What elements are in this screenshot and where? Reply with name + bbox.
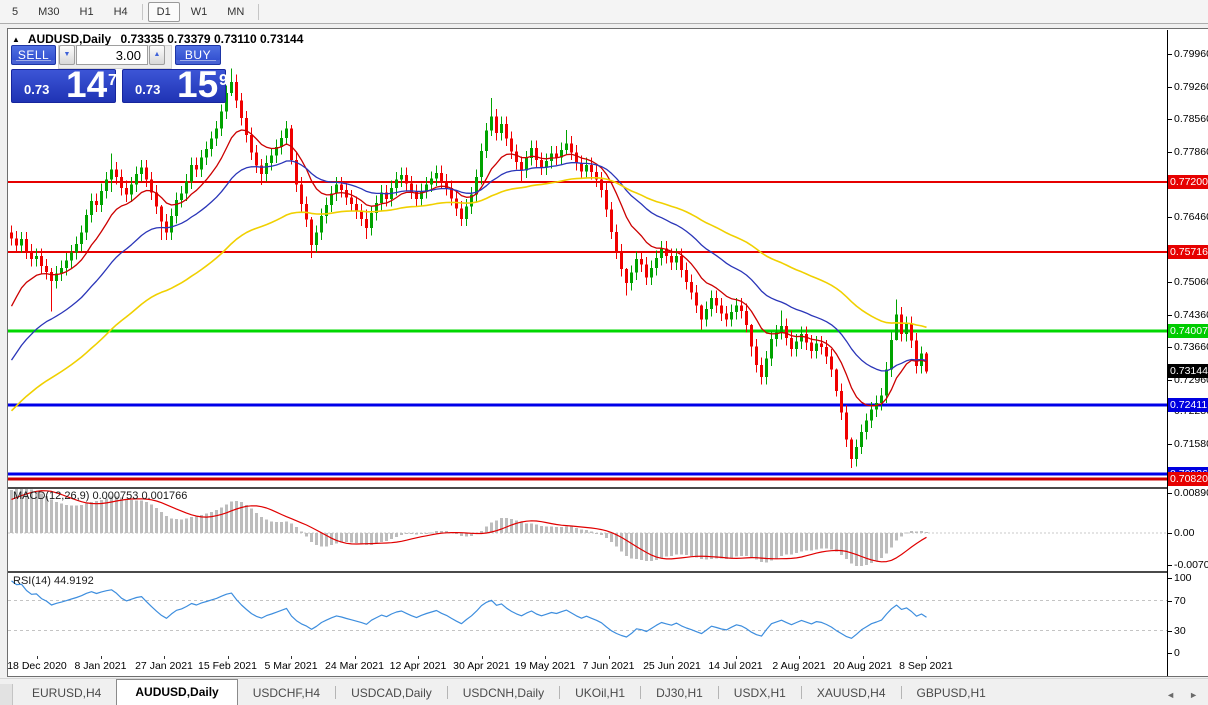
toolbar-separator (258, 3, 260, 20)
macd-value-main: 0.000753 (92, 490, 139, 502)
timeframe-5[interactable]: 5 (3, 2, 27, 22)
volume-decrease-button[interactable]: ▼ (59, 45, 75, 65)
sell-price-pip: 7 (108, 72, 117, 89)
rsi-indicator-label: RSI(14) 44.9192 (13, 575, 94, 587)
horizontal-level-lines[interactable] (8, 181, 1167, 481)
sell-price-box[interactable]: 0.73 14 7 (11, 64, 117, 105)
sell-price-big: 14 (66, 64, 108, 105)
timeframe-toolbar: 5 M30 H1 H4 D1 W1 MN (0, 0, 1208, 24)
rsi-value: 44.9192 (53, 575, 94, 587)
volume-input[interactable] (76, 45, 148, 65)
candles-series (10, 68, 928, 469)
buy-button[interactable]: BUY (175, 45, 221, 65)
main-chart-canvas[interactable] (8, 30, 1167, 656)
macd-name: MACD(12,26,9) (13, 490, 90, 502)
buy-price-big: 15 (177, 64, 219, 105)
tab-xauusd-h4[interactable]: XAUUSD,H4 (802, 681, 901, 705)
tab-scroll-left-icon[interactable]: ◄ (1166, 690, 1175, 700)
tab-audusd-daily[interactable]: AUDUSD,Daily (116, 679, 238, 705)
buy-price-prefix: 0.73 (135, 82, 161, 97)
timeframe-d1[interactable]: D1 (147, 1, 180, 22)
timeframe-mn[interactable]: MN (218, 2, 253, 22)
buy-price-pip: 9 (219, 72, 228, 89)
tab-usdchf-h4[interactable]: USDCHF,H4 (238, 681, 335, 705)
timeframe-h4[interactable]: H4 (105, 2, 137, 22)
rsi-name: RSI(14) (13, 575, 51, 587)
sell-button[interactable]: SELL (11, 45, 56, 65)
buy-price-box[interactable]: 0.73 15 9 (122, 64, 228, 105)
timeframe-m30[interactable]: M30 (29, 2, 68, 22)
trade-panel-toggle-icon[interactable]: ▲ (12, 35, 20, 44)
macd-indicator-label: MACD(12,26,9) 0.000753 0.001766 (13, 490, 187, 502)
tab-scroll-right-icon[interactable]: ► (1189, 690, 1198, 700)
toolbar-separator (141, 3, 143, 20)
tab-usdcnh-daily[interactable]: USDCNH,Daily (448, 681, 559, 705)
tab-usdx-h1[interactable]: USDX,H1 (719, 681, 801, 705)
rsi-line (8, 580, 1167, 639)
chart-tabs-bar: EURUSD,H4 AUDUSD,Daily USDCHF,H4 USDCAD,Dai… (0, 678, 1208, 705)
timeframe-h1[interactable]: H1 (71, 2, 103, 22)
timeframe-w1[interactable]: W1 (182, 2, 217, 22)
moving-average-lines (10, 129, 927, 412)
tabbar-stub (0, 684, 13, 705)
mt4-workspace: 5 M30 H1 H4 D1 W1 MN ▲ AUDUSD,Daily 0.73335 0.… (0, 0, 1208, 705)
tab-usdcad-daily[interactable]: USDCAD,Daily (336, 681, 447, 705)
chart-symbol-label: AUDUSD,Daily (27, 32, 112, 46)
sell-price-prefix: 0.73 (24, 82, 50, 97)
tab-eurusd-h4[interactable]: EURUSD,H4 (17, 681, 116, 705)
chart-ohlc-values: 0.73335 0.73379 0.73110 0.73144 (120, 32, 304, 46)
tab-scroll-controls: ◄ ► (1166, 690, 1198, 700)
volume-increase-button[interactable]: ▲ (149, 45, 165, 65)
chart-title: ▲ AUDUSD,Daily 0.73335 0.73379 0.73110 0… (12, 32, 303, 46)
macd-value-signal: 0.001766 (141, 490, 188, 502)
tab-dj30-h1[interactable]: DJ30,H1 (641, 681, 718, 705)
tab-gbpusd-h1[interactable]: GBPUSD,H1 (902, 681, 1001, 705)
tab-ukoil-h1[interactable]: UKOil,H1 (560, 681, 640, 705)
